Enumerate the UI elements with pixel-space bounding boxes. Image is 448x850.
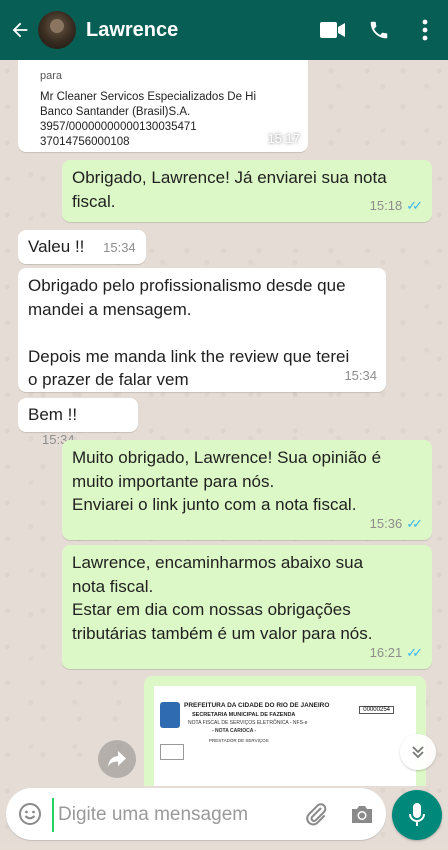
message-text: Bem !!: [28, 405, 78, 424]
message-bubble-outgoing[interactable]: Lawrence, encaminharmos abaixo sua nota …: [62, 545, 432, 669]
attach-clip-icon[interactable]: [304, 802, 328, 826]
message-composer: [6, 788, 386, 840]
invoice-line-1: PREFEITURA DA CIDADE DO RIO DE JANEIRO: [184, 702, 330, 709]
message-time: 15:34: [344, 367, 377, 383]
read-receipt-icon: ✓✓: [406, 197, 423, 213]
message-time: 15:17: [267, 131, 300, 146]
scroll-to-bottom-button[interactable]: [400, 734, 436, 770]
chat-header: Lawrence: [0, 0, 448, 60]
invoice-number: 00000254: [359, 706, 394, 714]
voice-record-button[interactable]: [392, 790, 442, 840]
message-meta: 15:34: [344, 364, 377, 388]
voice-call-button[interactable]: [356, 0, 402, 60]
share-arrow-icon: [108, 751, 126, 767]
message-text: Valeu !!: [28, 237, 85, 256]
message-bubble-incoming[interactable]: Obrigado pelo profissionalismo desde que…: [18, 268, 386, 392]
read-receipt-icon: ✓✓: [406, 515, 423, 531]
document-message[interactable]: para Mr Cleaner Servicos Especializados …: [18, 60, 308, 152]
message-time: 15:18: [369, 197, 403, 213]
video-call-icon: [320, 22, 345, 38]
invoice-line-2: SECRETARIA MUNICIPAL DE FAZENDA: [192, 712, 296, 718]
message-bubble-outgoing[interactable]: Muito obrigado, Lawrence! Sua opinião é …: [62, 440, 432, 540]
contact-name[interactable]: Lawrence: [86, 19, 310, 42]
message-bubble-incoming[interactable]: Valeu !! 15:34: [18, 230, 146, 264]
video-call-button[interactable]: [310, 0, 356, 60]
camera-icon[interactable]: [350, 803, 374, 825]
invoice-line-3: NOTA FISCAL DE SERVIÇOS ELETRÔNICA - NFS…: [188, 720, 308, 726]
message-time: 15:36: [369, 515, 403, 531]
avatar[interactable]: [38, 11, 76, 49]
forward-button[interactable]: [98, 740, 136, 778]
back-button[interactable]: [2, 0, 38, 60]
invoice-line-4: - NOTA CARIOCA -: [212, 728, 257, 734]
read-receipt-icon: ✓✓: [406, 644, 423, 660]
invoice-line-5: PRESTADOR DE SERVIÇOS: [209, 738, 269, 743]
city-crest-icon: [160, 702, 180, 728]
message-meta: 15:36 ✓✓: [370, 512, 423, 536]
message-time: 16:21: [369, 644, 403, 660]
more-options-button[interactable]: [402, 0, 448, 60]
message-text: Obrigado pelo profissionalismo desde que…: [28, 276, 350, 389]
more-vert-icon: [422, 19, 428, 41]
emoji-icon[interactable]: [18, 802, 42, 826]
document-prefix: para: [40, 70, 63, 82]
message-bubble-incoming[interactable]: Bem !! 15:34: [18, 398, 138, 447]
document-details: Mr Cleaner Servicos Especializados De Hi…: [40, 91, 257, 148]
message-meta: 15:18 ✓✓: [370, 194, 423, 218]
message-meta: 16:21 ✓✓: [370, 641, 423, 665]
company-logo-icon: [160, 744, 184, 760]
back-arrow-icon: [12, 22, 28, 38]
chevron-double-down-icon: [412, 746, 424, 759]
invoice-image[interactable]: PREFEITURA DA CIDADE DO RIO DE JANEIRO S…: [154, 686, 416, 786]
mic-icon: [409, 803, 425, 826]
bottom-edge: [0, 846, 448, 850]
message-text: Muito obrigado, Lawrence! Sua opinião é …: [72, 448, 382, 514]
message-input[interactable]: [52, 798, 298, 832]
message-text: Lawrence, encaminharmos abaixo sua nota …: [72, 553, 373, 643]
message-meta: 15:34: [103, 236, 136, 260]
message-bubble-outgoing[interactable]: Obrigado, Lawrence! Já enviarei sua nota…: [62, 160, 432, 222]
image-message[interactable]: PREFEITURA DA CIDADE DO RIO DE JANEIRO S…: [144, 676, 426, 786]
message-time: 15:34: [103, 240, 136, 255]
phone-icon: [370, 21, 388, 39]
